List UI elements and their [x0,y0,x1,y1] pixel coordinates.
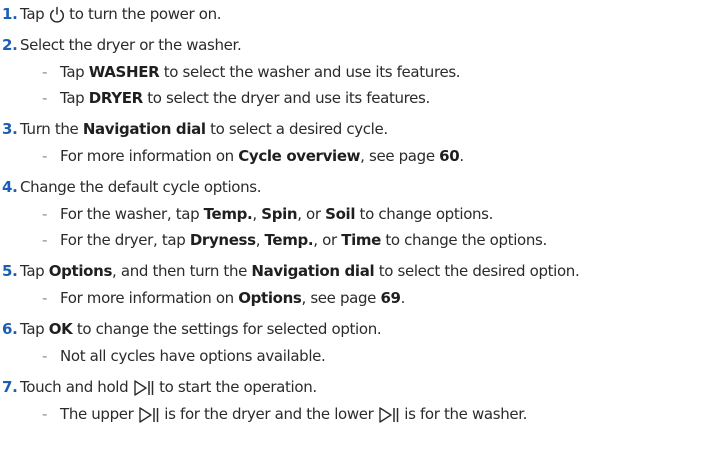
text-part: , see page [301,289,381,307]
bullet-dash: - [42,89,48,107]
step-number: 5. [2,262,18,280]
text-part: , [255,231,265,249]
sub-text: For the dryer, tap Dryness, Temp., or Ti… [60,228,547,252]
power-icon [49,6,65,24]
text-part: to change options. [355,205,494,223]
text-part: to select the washer and use its feature… [159,63,461,81]
text-part: Touch and hold [20,378,133,396]
options-label: Options [48,262,113,280]
text-part: Tap [20,320,49,338]
navigation-dial-label: Navigation dial [251,262,375,280]
text-part: For more information on [60,147,239,165]
text-part: , or [297,205,326,223]
washer-label: WASHER [88,63,160,81]
step-number: 4. [2,178,18,196]
page-reference: 60 [439,147,460,165]
text-part: , and then turn the [112,262,252,280]
text-part: to select a desired cycle. [205,120,388,138]
text-part: Turn the [20,120,83,138]
step-text: Tap OK to change the settings for select… [20,317,382,341]
step-text: Tap Options, and then turn the Navigatio… [20,259,580,283]
ok-label: OK [48,320,73,338]
dryness-label: Dryness [189,231,256,249]
start-pause-icon [378,406,400,424]
step-number: 6. [2,320,18,338]
temp-label: Temp. [203,205,253,223]
text-part: . [400,289,406,307]
text-part: . [459,147,464,165]
sub-text: Tap DRYER to select the dryer and use it… [60,86,430,110]
bullet-dash: - [42,405,48,423]
bullet-dash: - [42,347,48,365]
options-label: Options [238,289,302,307]
step-number: 7. [2,378,18,396]
cycle-overview-label: Cycle overview [238,147,361,165]
spin-label: Spin [261,205,298,223]
bullet-dash: - [42,205,48,223]
step-text: Turn the Navigation dial to select a des… [20,117,388,141]
start-pause-icon [138,406,160,424]
sub-text: The upper is for the dryer and the lower… [60,402,527,426]
text-part: to change the options. [380,231,547,249]
step-number: 1. [2,5,18,23]
sub-text: For the washer, tap Temp., Spin, or Soil… [60,202,493,226]
sub-text: Tap WASHER to select the washer and use … [60,60,461,84]
step-text: Touch and hold to start the operation. [20,375,317,399]
instruction-list: 1. Tap to turn the power on. 2. Select t… [0,0,715,456]
text-part: to select the dryer and use its features… [142,89,430,107]
text-part: , see page [360,147,440,165]
step-text-part: to turn the power on. [64,5,222,23]
step-text: Tap to turn the power on. [20,2,222,26]
soil-label: Soil [325,205,356,223]
step-number: 2. [2,36,18,54]
text-part: For more information on [60,289,239,307]
text-part: to start the operation. [154,378,317,396]
text-part: Tap [20,262,49,280]
step-text: Select the dryer or the washer. [20,36,242,54]
text-part: For the washer, tap [60,205,204,223]
temp-label: Temp. [264,231,314,249]
navigation-dial-label: Navigation dial [82,120,206,138]
bullet-dash: - [42,231,48,249]
sub-text: For more information on Options, see pag… [60,286,405,310]
text-part: , or [313,231,342,249]
text-part: Tap [60,63,89,81]
bullet-dash: - [42,63,48,81]
text-part: The upper [60,405,138,423]
text-part: is for the washer. [399,405,528,423]
text-part: , [252,205,262,223]
text-part: For the dryer, tap [60,231,190,249]
step-text: Change the default cycle options. [20,178,262,196]
text-part: Tap [60,89,89,107]
step-text-part: Tap [20,5,49,23]
dryer-label: DRYER [88,89,143,107]
start-pause-icon [133,379,155,397]
time-label: Time [341,231,381,249]
page-reference: 69 [380,289,401,307]
text-part: to select the desired option. [374,262,580,280]
step-number: 3. [2,120,18,138]
text-part: to change the settings for selected opti… [72,320,382,338]
bullet-dash: - [42,289,48,307]
sub-text: Not all cycles have options available. [60,347,326,365]
bullet-dash: - [42,147,48,165]
sub-text: For more information on Cycle overview, … [60,144,464,168]
text-part: is for the dryer and the lower [159,405,378,423]
